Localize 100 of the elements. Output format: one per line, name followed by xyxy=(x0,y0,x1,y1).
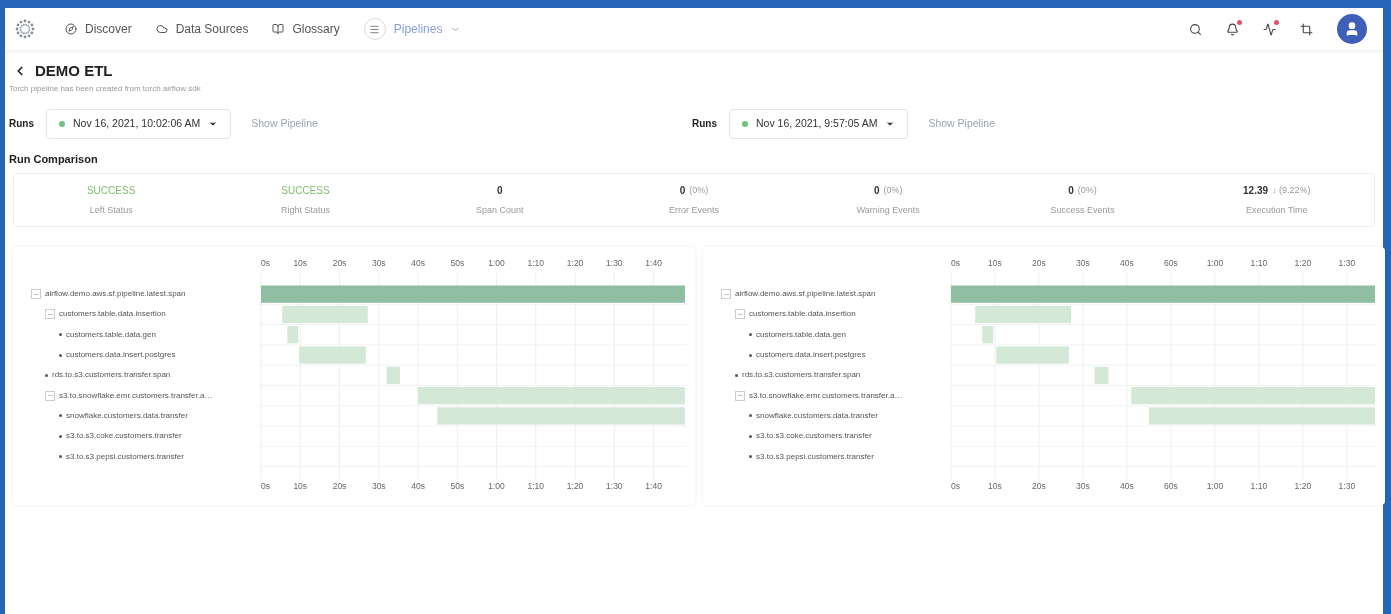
span-name[interactable]: snowflake.customers.data.transfer xyxy=(66,409,188,422)
span-name[interactable]: customers.table.data.gen xyxy=(756,328,846,341)
tick-label: 10s xyxy=(293,481,308,491)
avatar[interactable] xyxy=(1337,14,1367,44)
span-name[interactable]: s3.to.s3.pepsi.customers.transfer xyxy=(66,450,184,463)
bullet-icon xyxy=(59,353,62,357)
tick-label: 30s xyxy=(371,258,386,268)
tick-label: 10s xyxy=(293,258,308,268)
tick-label: 1:30 xyxy=(606,481,623,491)
metric-value: 0 xyxy=(679,183,686,198)
bullet-icon xyxy=(749,455,752,458)
search-icon[interactable] xyxy=(1189,22,1202,36)
span-bar xyxy=(982,326,994,344)
metric-label: Right Status xyxy=(280,203,330,217)
run-dropdown[interactable]: Nov 16, 2021, 9:57:05 AM xyxy=(729,108,909,139)
span-name[interactable]: s3.to.s3.coke.customers.transfer xyxy=(756,430,872,443)
metric-value: 12.39 xyxy=(1243,183,1269,198)
tick-label: 1:30 xyxy=(1338,258,1356,268)
runs-label: Runs xyxy=(9,117,34,131)
bullet-icon xyxy=(749,333,752,337)
span-name[interactable]: s3.to.snowflake.emr.customers.transfer.a… xyxy=(749,389,903,402)
collapse-toggle[interactable] xyxy=(45,390,55,401)
collapse-toggle[interactable] xyxy=(735,390,745,401)
tick-label: 1:30 xyxy=(1338,481,1356,491)
tick-label: 0s xyxy=(951,258,960,268)
tick-label: 0s xyxy=(951,481,960,491)
logo-icon[interactable] xyxy=(13,17,37,41)
span-name[interactable]: customers.data.insert.postgres xyxy=(756,349,866,362)
metric-change: (0%) xyxy=(1077,183,1097,197)
tick-label: 1:00 xyxy=(1206,481,1224,491)
tick-label: 1:10 xyxy=(1250,481,1268,491)
nav-link[interactable]: Data Sources xyxy=(175,20,249,38)
tick-label: 20s xyxy=(1032,258,1046,268)
metric-label: Success Events xyxy=(1050,203,1115,217)
nav-link[interactable]: Glossary xyxy=(292,20,340,38)
tick-label: 60s xyxy=(1164,258,1178,268)
bullet-icon xyxy=(59,414,62,418)
collapse-toggle[interactable] xyxy=(31,289,41,300)
span-name[interactable]: customers.table.data.insertion xyxy=(749,308,856,321)
span-name[interactable]: rds.to.s3.customers.transfer.span xyxy=(52,369,171,382)
span-name[interactable]: s3.to.snowflake.emr.customers.transfer.a… xyxy=(59,389,213,402)
span-name[interactable]: rds.to.s3.customers.transfer.span xyxy=(742,369,861,382)
bullet-icon xyxy=(59,455,62,458)
metric-label: Execution Time xyxy=(1246,203,1308,217)
metric-change: (0%) xyxy=(689,183,709,197)
tick-label: 20s xyxy=(1032,481,1046,491)
page-subtitle: Torch pipeline has been created from torch airflow sdk xyxy=(9,82,202,95)
tick-label: 1:20 xyxy=(566,258,584,268)
nav-link[interactable]: Discover xyxy=(85,20,132,38)
cloud-icon xyxy=(155,23,168,35)
tick-label: 10s xyxy=(988,481,1002,491)
bullet-icon xyxy=(749,414,752,418)
bullet-icon xyxy=(749,434,752,438)
tick-label: 40s xyxy=(411,258,425,268)
section-title: Run Comparison xyxy=(9,151,99,167)
collapse-toggle[interactable] xyxy=(45,309,55,320)
metric-value: 0 xyxy=(496,183,503,198)
tick-label: 40s xyxy=(411,481,425,491)
tick-label: 1:40 xyxy=(645,481,662,491)
tick-label: 60s xyxy=(1164,481,1178,491)
bullet-icon xyxy=(45,373,48,377)
tick-label: 50s xyxy=(450,481,465,491)
bullet-icon xyxy=(59,333,62,337)
span-name[interactable]: s3.to.s3.pepsi.customers.transfer xyxy=(756,450,874,463)
crop-icon[interactable] xyxy=(1300,22,1313,36)
metric-change: ↓ (9.22%) xyxy=(1272,183,1311,197)
span-name[interactable]: customers.table.data.gen xyxy=(66,328,156,341)
span-name[interactable]: s3.to.s3.coke.customers.transfer xyxy=(66,430,182,443)
bullet-icon xyxy=(749,353,752,357)
activity-icon[interactable] xyxy=(1263,22,1276,36)
tick-label: 30s xyxy=(371,481,386,491)
tick-label: 1:10 xyxy=(1250,258,1268,268)
span-bar xyxy=(299,346,366,364)
metric-value: 0 xyxy=(873,183,880,198)
tick-label: 30s xyxy=(1076,481,1090,491)
span-name[interactable]: customers.data.insert.postgres xyxy=(66,349,176,362)
tick-label: 40s xyxy=(1120,481,1134,491)
tick-label: 1:00 xyxy=(1206,258,1224,268)
span-name[interactable]: snowflake.customers.data.transfer xyxy=(756,409,878,422)
tick-label: 0s xyxy=(261,481,270,491)
runs-label: Runs xyxy=(692,117,717,131)
metric-value: 0 xyxy=(1068,183,1074,198)
span-name[interactable]: customers.table.data.insertion xyxy=(59,308,166,321)
collapse-toggle[interactable] xyxy=(721,289,731,300)
tick-label: 1:00 xyxy=(488,258,505,268)
tick-label: 40s xyxy=(1120,258,1134,268)
span-name[interactable]: airflow.demo.aws.sf.pipeline.latest.span xyxy=(735,288,876,301)
compass-icon xyxy=(65,23,77,35)
tick-label: 1:10 xyxy=(527,481,545,491)
collapse-toggle[interactable] xyxy=(735,309,745,320)
tick-label: 1:40 xyxy=(645,258,662,268)
tick-label: 1:20 xyxy=(566,481,584,491)
tick-label: 1:20 xyxy=(1294,258,1312,268)
page-title: DEMO ETL xyxy=(35,61,113,81)
span-bar xyxy=(386,366,400,384)
status-value: SUCCESS xyxy=(86,183,136,198)
span-name[interactable]: airflow.demo.aws.sf.pipeline.latest.span xyxy=(45,288,186,301)
bullet-icon xyxy=(59,434,62,438)
run-dropdown[interactable]: Nov 16, 2021, 10:02:06 AM xyxy=(46,108,232,139)
bell-icon[interactable] xyxy=(1226,22,1239,36)
